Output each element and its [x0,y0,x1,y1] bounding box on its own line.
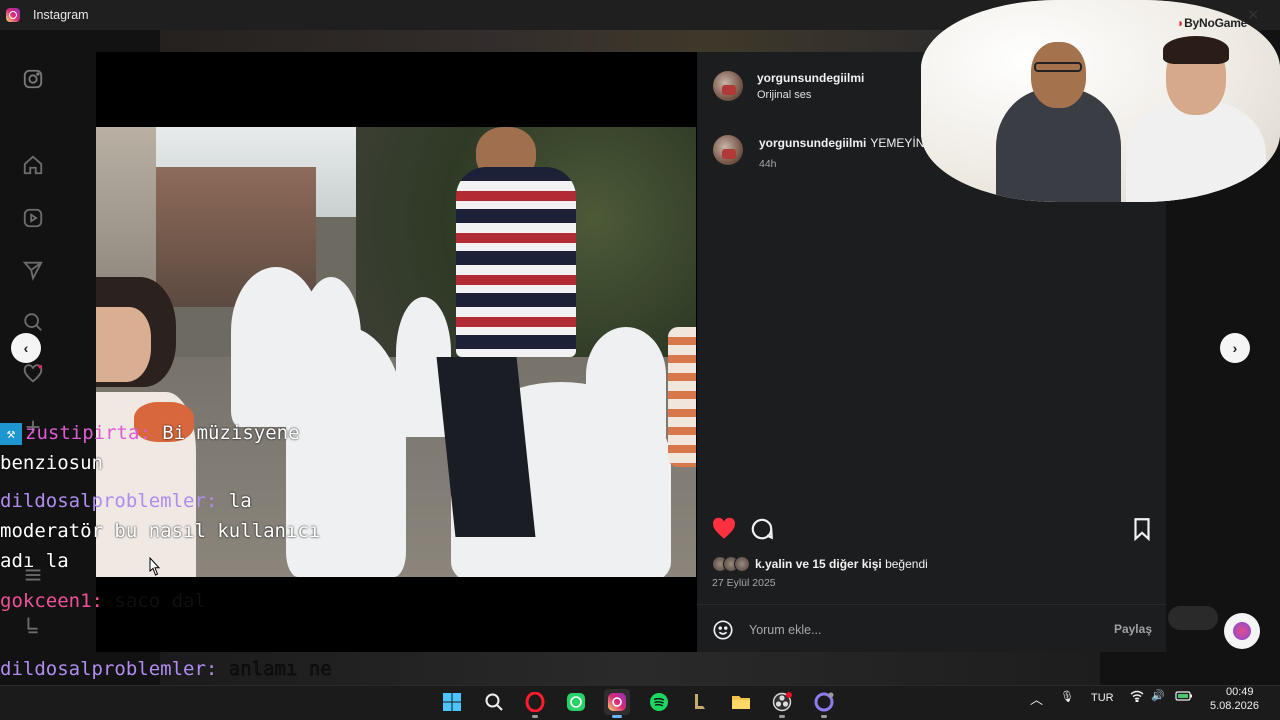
chat-username: gokceen1: [0,590,103,612]
comment-bar: Paylaş [697,604,1166,652]
close-icon[interactable]: ✕ [1247,6,1260,24]
chat-message: ⚒ zustipirta: Bi müzisyene benziosun [0,418,340,478]
moderator-badge-icon: ⚒ [0,422,22,445]
tray-chevron-icon[interactable]: ︿ [1030,689,1043,708]
caption-avatar[interactable] [713,135,743,165]
chat-text: saco dal [102,590,206,612]
wifi-icon[interactable] [1130,690,1144,705]
video-person-edge [668,327,696,467]
clock-date[interactable]: 5.08.2026 [1210,700,1259,712]
windows-taskbar [0,685,1280,720]
save-bookmark-icon[interactable] [1129,516,1155,542]
caption-line: yorgunsundegiilmi YEMEYİN [759,136,924,150]
webcam-overlay: ◗ByNoGame [921,0,1280,202]
comment-icon[interactable] [749,516,775,542]
league-icon[interactable] [687,689,713,715]
reels-icon[interactable] [22,207,44,229]
opera-icon[interactable] [522,689,548,718]
previous-post-arrow-icon[interactable]: ‹ [11,333,41,363]
mouse-cursor-icon [149,557,161,576]
share-button[interactable]: Paylaş [1114,622,1152,636]
chat-message: gokceen1: saco dal [0,586,340,616]
comment-input[interactable] [749,619,1049,641]
microphone-icon[interactable]: 🎙 [1060,690,1074,703]
obs-icon[interactable] [769,689,795,718]
volume-icon[interactable]: 🔊 [1151,689,1165,702]
home-icon[interactable] [22,154,44,176]
author-avatar[interactable] [713,71,743,101]
chat-message: dildosalproblemler: la moderatör bu nası… [0,486,340,576]
instagram-app-icon [6,8,20,22]
author-username[interactable]: yorgunsundegiilmi [757,71,864,85]
likes-suffix: beğendi [881,557,928,571]
window-title: Instagram [33,8,89,22]
video-man [436,127,576,577]
caption-username[interactable]: yorgunsundegiilmi [759,136,866,150]
whatsapp-icon[interactable] [563,689,589,715]
clock-time[interactable]: 00:49 [1226,686,1254,698]
spotify-icon[interactable] [646,689,672,715]
search-icon[interactable] [22,311,44,333]
next-post-arrow-icon[interactable]: › [1220,333,1250,363]
app-icon[interactable] [811,689,837,718]
emoji-icon[interactable] [712,619,734,641]
first-liker[interactable]: k.yalin [755,557,792,571]
post-date: 27 Eylül 2025 [712,577,776,589]
more-apps-icon[interactable] [22,614,44,636]
streamer-left-glasses [1034,62,1082,72]
streamer-right-hair [1163,36,1229,64]
search-icon[interactable] [481,689,507,715]
assistant-bubble-icon[interactable] [1224,613,1260,649]
battery-icon[interactable] [1175,690,1193,705]
side-thumbnails [1168,606,1218,630]
chat-username: dildosalproblemler: [0,658,218,680]
notifications-heart-icon[interactable] [22,363,44,385]
send-icon[interactable] [22,259,44,281]
likes-summary[interactable]: k.yalin ve 15 diğer kişi beğendi [755,557,928,571]
start-icon[interactable] [439,689,465,715]
caption-time: 44h [759,158,777,170]
instagram-icon[interactable] [604,689,630,718]
others-count[interactable]: ve 15 diğer kişi [792,557,882,571]
caption-text: YEMEYİN [870,136,925,150]
chat-username: dildosalproblemler: [0,490,218,512]
keyboard-language[interactable]: TUR [1091,692,1114,704]
streamer-left-head [1031,42,1086,108]
likes-row[interactable]: k.yalin ve 15 diğer kişi beğendi [712,556,928,572]
audio-label[interactable]: Orijinal ses [757,89,811,101]
instagram-logo-icon[interactable] [22,68,44,90]
chat-username: zustipirta: [25,422,151,444]
streamer-right-body [1126,100,1266,202]
like-heart-icon[interactable] [711,516,737,542]
liker-avatar [734,556,750,572]
bynogame-logo: ◗ByNoGame [1177,16,1248,30]
file-explorer-icon[interactable] [728,689,754,715]
